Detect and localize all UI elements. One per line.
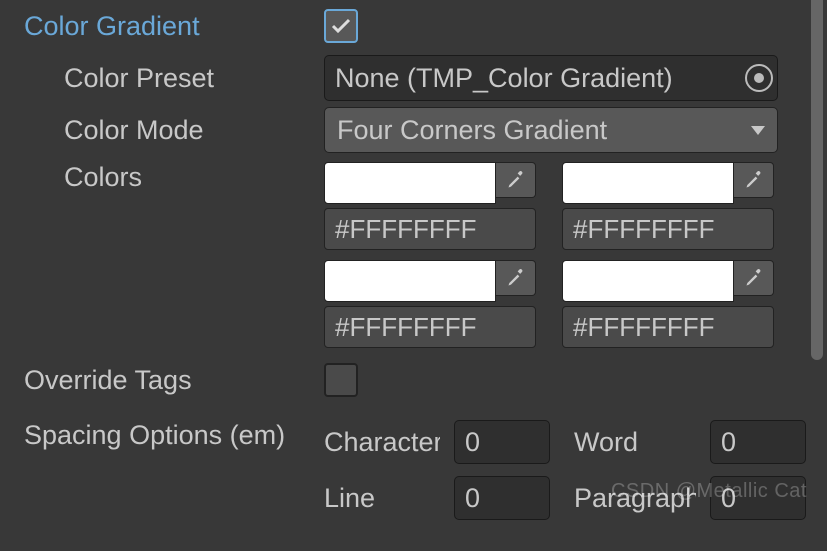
- color-gradient-checkbox[interactable]: [324, 9, 358, 43]
- color-preset-value: None (TMP_Color Gradient): [335, 63, 745, 94]
- color-mode-value: Four Corners Gradient: [337, 115, 751, 146]
- color-top-right-swatch[interactable]: [562, 162, 734, 204]
- color-bottom-right-eyedropper[interactable]: [734, 260, 774, 296]
- color-bottom-left-hex[interactable]: #FFFFFFFF: [324, 306, 536, 348]
- color-bottom-right-hex[interactable]: #FFFFFFFF: [562, 306, 774, 348]
- color-mode-dropdown[interactable]: Four Corners Gradient: [324, 107, 778, 153]
- eyedropper-icon: [744, 170, 764, 190]
- eyedropper-icon: [506, 170, 526, 190]
- color-top-left-swatch[interactable]: [324, 162, 496, 204]
- colors-label: Colors: [24, 162, 324, 193]
- spacing-paragraph-label: Paragraph: [574, 483, 696, 514]
- spacing-character-field[interactable]: 0: [454, 420, 550, 464]
- spacing-character-label: Character: [324, 427, 440, 458]
- eyedropper-icon: [506, 268, 526, 288]
- color-bottom-left-swatch[interactable]: [324, 260, 496, 302]
- spacing-word-label: Word: [574, 427, 696, 458]
- spacing-paragraph-field[interactable]: 0: [710, 476, 806, 520]
- color-mode-label: Color Mode: [24, 115, 324, 146]
- color-bottom-left-eyedropper[interactable]: [496, 260, 536, 296]
- eyedropper-icon: [744, 268, 764, 288]
- chevron-down-icon: [751, 126, 765, 135]
- color-top-left-hex[interactable]: #FFFFFFFF: [324, 208, 536, 250]
- color-bottom-right-swatch[interactable]: [562, 260, 734, 302]
- override-tags-label: Override Tags: [24, 365, 324, 396]
- color-gradient-label: Color Gradient: [24, 11, 324, 42]
- checkmark-icon: [329, 14, 353, 38]
- spacing-line-label: Line: [324, 483, 440, 514]
- color-preset-field[interactable]: None (TMP_Color Gradient): [324, 55, 778, 101]
- color-preset-label: Color Preset: [24, 63, 324, 94]
- color-top-right-eyedropper[interactable]: [734, 162, 774, 198]
- color-top-right-hex[interactable]: #FFFFFFFF: [562, 208, 774, 250]
- scrollbar-thumb[interactable]: [811, 0, 823, 360]
- spacing-line-field[interactable]: 0: [454, 476, 550, 520]
- spacing-word-field[interactable]: 0: [710, 420, 806, 464]
- color-top-left-eyedropper[interactable]: [496, 162, 536, 198]
- object-picker-icon[interactable]: [745, 64, 773, 92]
- override-tags-checkbox[interactable]: [324, 363, 358, 397]
- spacing-options-label: Spacing Options (em): [24, 420, 324, 451]
